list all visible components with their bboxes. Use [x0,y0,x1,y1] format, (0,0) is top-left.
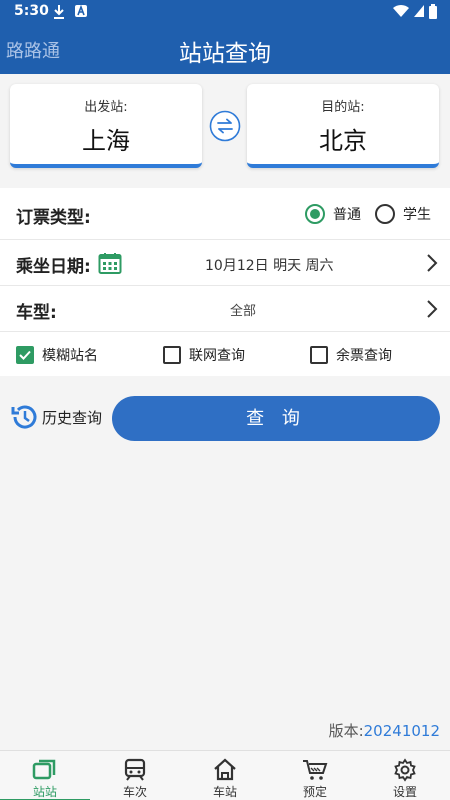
tab-train-number[interactable]: 车次 [90,751,180,800]
checkbox-unchecked-icon [163,346,181,364]
station-pair-icon [32,759,56,780]
fuzzy-station-checkbox[interactable]: 模糊站名 [16,344,98,366]
signal-icon [414,5,424,17]
version-label: 版本: [328,722,364,740]
train-type-row[interactable]: 车型: 全部 [0,286,450,332]
tab-label: 站站 [32,785,57,799]
remaining-tickets-label: 余票查询 [336,348,392,364]
tab-label: 车站 [212,785,237,799]
cart-icon [303,760,328,780]
status-time: 5:30 [14,3,49,19]
ticket-type-row: 订票类型: 普通 学生 [0,188,450,240]
chevron-right-icon [427,254,438,272]
home-icon [214,758,236,781]
date-row[interactable]: 乘坐日期: 10月12日 明天 周六 [0,240,450,286]
train-type-label: 车型: [16,303,57,323]
fuzzy-station-label: 模糊站名 [42,348,98,364]
bottom-tab-bar: 站站 车次 车站 预定 设置 [0,750,450,800]
gear-icon [394,758,416,782]
notification-a-icon [75,4,87,17]
tab-label: 车次 [122,785,147,799]
from-station-card[interactable]: 出发站: 上海 [10,84,202,168]
query-form: 订票类型: 普通 学生 乘坐日期: 10月12日 明天 周六 车型: 全部 模糊… [0,188,450,376]
version-number: 20241012 [363,722,440,740]
train-type-value: 全部 [230,304,257,319]
from-station-name: 上海 [82,127,130,155]
chevron-right-icon [427,300,438,318]
actions-area: 历史查询 查 询 [0,376,450,456]
ticket-type-label: 订票类型: [16,208,91,228]
ticket-type-normal-label: 普通 [333,207,361,223]
app-bar: 路路通 站站查询 [0,24,450,74]
query-button[interactable]: 查 询 [112,396,440,441]
date-value: 10月12日 明天 周六 [205,258,334,274]
tab-station-to-station[interactable]: 站站 [0,751,90,800]
tab-label: 预定 [302,785,327,799]
ticket-type-normal-radio[interactable]: 普通 [305,202,361,226]
tab-booking[interactable]: 预定 [270,751,360,800]
options-row: 模糊站名 联网查询 余票查询 [0,332,450,376]
history-query-label: 历史查询 [42,408,103,427]
to-station-label: 目的站: [321,100,365,115]
online-query-checkbox[interactable]: 联网查询 [163,344,245,366]
checkbox-unchecked-icon [310,346,328,364]
history-icon [11,405,37,429]
remaining-tickets-checkbox[interactable]: 余票查询 [310,344,392,366]
tab-settings[interactable]: 设置 [360,751,450,800]
wifi-icon [393,4,409,17]
from-station-label: 出发站: [84,100,128,115]
swap-stations-icon[interactable] [209,110,241,142]
date-label: 乘坐日期: [16,257,91,277]
train-icon [124,758,146,781]
ticket-type-student-radio[interactable]: 学生 [375,202,431,226]
radio-unchecked-icon [375,204,395,224]
station-selector: 出发站: 上海 目的站: 北京 [0,74,450,188]
online-query-label: 联网查询 [189,348,245,364]
calendar-icon[interactable] [98,251,122,275]
radio-checked-icon [305,204,325,224]
ticket-type-student-label: 学生 [403,207,431,223]
tab-station[interactable]: 车站 [180,751,270,800]
status-bar: 5:30 [0,0,450,24]
tab-label: 设置 [392,785,417,799]
to-station-card[interactable]: 目的站: 北京 [247,84,439,168]
to-station-name: 北京 [319,127,367,155]
download-icon [54,5,64,19]
history-query-button[interactable]: 历史查询 [10,402,102,432]
checkbox-checked-icon [16,346,34,364]
version-info: 版本:20241012 [329,720,440,741]
page-title: 站站查询 [179,41,271,67]
battery-icon [429,4,437,19]
